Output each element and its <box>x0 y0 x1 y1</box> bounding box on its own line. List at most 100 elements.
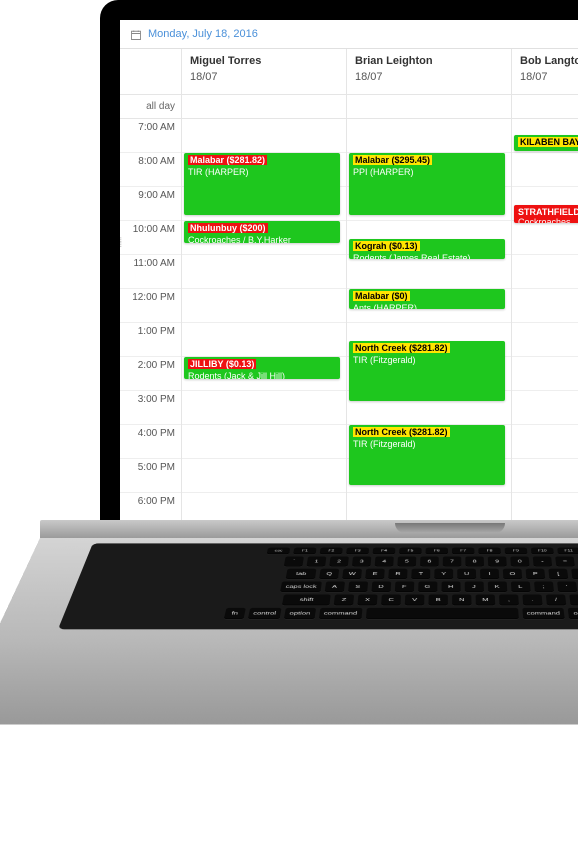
keyboard-deck: escF1F2F3F4F5F6F7F8F9F10F11F12⏏`12345678… <box>0 538 578 724</box>
hour-cell[interactable] <box>512 425 578 459</box>
keyboard-key: / <box>546 594 567 605</box>
resource-date: 18/07 <box>190 71 338 83</box>
hour-cell[interactable] <box>512 459 578 493</box>
resource-header[interactable]: Miguel Torres18/07 <box>182 49 346 95</box>
keyboard-key: option <box>568 608 578 619</box>
allday-cell[interactable] <box>512 95 578 119</box>
keyboard-key: O <box>503 569 522 579</box>
calendar-date-label[interactable]: Monday, July 18, 2016 <box>148 28 258 40</box>
calendar-event[interactable]: Kograh ($0.13)Rodents (James Real Estate… <box>349 239 505 259</box>
keyboard-key: M <box>476 594 496 605</box>
keyboard-key: shift <box>569 594 578 605</box>
keyboard-key: 8 <box>465 556 484 566</box>
resource-name: Brian Leighton <box>355 55 503 67</box>
keyboard-key: 9 <box>488 556 507 566</box>
keyboard-key: N <box>452 594 471 605</box>
calendar-event[interactable]: Malabar ($0)Ants (HARPER) <box>349 289 505 309</box>
allday-cell[interactable] <box>182 95 346 119</box>
time-slot-label: 8:00 AM <box>120 153 181 187</box>
keyboard-key: W <box>342 569 362 579</box>
time-column-header <box>120 49 181 95</box>
keyboard-key: fn <box>224 608 246 619</box>
event-subtitle: Rodents (James Real Estate) <box>353 253 501 259</box>
hour-cell[interactable] <box>182 391 346 425</box>
hour-cell[interactable] <box>182 289 346 323</box>
resource-header[interactable]: Bob Langton18/07 <box>512 49 578 95</box>
hour-cell[interactable] <box>512 391 578 425</box>
time-slot-label: 11:00 AM <box>120 255 181 289</box>
keyboard-key <box>365 608 518 619</box>
time-slot-label: 4:00 PM <box>120 425 181 459</box>
keyboard-key: S <box>348 581 368 592</box>
hour-cell[interactable] <box>512 221 578 255</box>
keyboard-key: ` <box>284 556 304 566</box>
hour-cell[interactable] <box>512 153 578 187</box>
keyboard-key: 7 <box>443 556 462 566</box>
event-subtitle: TIR (Fitzgerald) <box>353 355 501 365</box>
event-title: North Creek ($281.82) <box>353 343 450 353</box>
keyboard-key: F <box>394 581 414 592</box>
hour-cell[interactable] <box>182 323 346 357</box>
resource-column: Brian Leighton18/07 Malabar ($295.45)PPI … <box>347 49 512 520</box>
laptop-hinge <box>40 520 578 538</box>
calendar-event[interactable]: Malabar ($295.45)PPI (HARPER) <box>349 153 505 215</box>
calendar-grid: all day 7:00 AM8:00 AM9:00 AM10:00 AM11:… <box>120 49 578 520</box>
hour-cell[interactable] <box>512 323 578 357</box>
keyboard-key: F2 <box>320 548 343 555</box>
calendar-event[interactable]: JILLIBY ($0.13)Rodents (Jack & Jill Hill… <box>184 357 340 379</box>
keyboard-key: Z <box>334 594 355 605</box>
event-title: North Creek ($281.82) <box>353 427 450 437</box>
calendar-event[interactable]: KILABEN BAY ($0) <box>514 135 578 151</box>
resource-header[interactable]: Brian Leighton18/07 <box>347 49 511 95</box>
keyboard-key: G <box>418 581 437 592</box>
calendar-event[interactable]: North Creek ($281.82) TIR (Fitzgerald) <box>349 341 505 401</box>
keyboard-key: option <box>284 608 316 619</box>
hour-cell[interactable] <box>182 255 346 289</box>
event-title: Malabar ($0) <box>353 291 410 301</box>
time-slot-label: 6:00 PM <box>120 493 181 520</box>
hour-cell[interactable] <box>512 289 578 323</box>
calendar-event[interactable]: STRATHFIELDCockroaches <box>514 205 578 223</box>
hour-cell[interactable] <box>512 255 578 289</box>
time-slot-label: 3:00 PM <box>120 391 181 425</box>
keyboard-key: 0 <box>510 556 529 566</box>
calendar-event[interactable]: Nhulunbuy ($200)Cockroaches / B.Y.Harker <box>184 221 340 243</box>
keyboard-key: F10 <box>531 548 554 555</box>
calendar-event[interactable]: North Creek ($281.82) TIR (Fitzgerald) <box>349 425 505 485</box>
calendar-event[interactable]: Malabar ($281.82)TIR (HARPER) <box>184 153 340 215</box>
time-slot-label: 2:00 PM <box>120 357 181 391</box>
keyboard-key: C <box>381 594 401 605</box>
keyboard-key: esc <box>267 548 291 555</box>
event-subtitle: TIR (Fitzgerald) <box>353 439 501 449</box>
hour-cell[interactable] <box>512 493 578 520</box>
hour-cell[interactable] <box>182 459 346 493</box>
drag-handle-icon[interactable]: ≡≡ <box>120 238 122 248</box>
hour-cell[interactable] <box>347 493 511 520</box>
hour-cell[interactable] <box>182 425 346 459</box>
keyboard-key: E <box>365 569 385 579</box>
hour-cell[interactable] <box>182 119 346 153</box>
keyboard-key: L <box>510 581 530 592</box>
keyboard-key: tab <box>286 569 317 579</box>
hour-cell[interactable] <box>347 255 511 289</box>
event-subtitle: TIR (HARPER) <box>188 167 336 177</box>
keyboard-key: . <box>522 594 542 605</box>
hour-cell[interactable] <box>347 119 511 153</box>
keyboard-key: T <box>411 569 430 579</box>
allday-cell[interactable] <box>347 95 511 119</box>
keyboard-key: , <box>499 594 519 605</box>
keyboard-key: Q <box>319 569 339 579</box>
keyboard-key: P <box>526 569 546 579</box>
time-slot-label: 12:00 PM <box>120 289 181 323</box>
event-subtitle: PPI (HARPER) <box>353 167 501 177</box>
keyboard-key: J <box>464 581 483 592</box>
resource-date: 18/07 <box>520 71 578 83</box>
allday-label: all day <box>120 101 181 112</box>
hour-cell[interactable] <box>182 493 346 520</box>
event-subtitle: Rodents (Jack & Jill Hill) <box>188 371 336 379</box>
hour-cell[interactable] <box>512 357 578 391</box>
calendar-icon <box>130 28 142 40</box>
keyboard-key: caps lock <box>281 581 322 592</box>
keyboard-key: F4 <box>373 548 396 555</box>
resource-column: Bob Langton18/07 KILABEN BAY ($0) STRATHFI… <box>512 49 578 520</box>
